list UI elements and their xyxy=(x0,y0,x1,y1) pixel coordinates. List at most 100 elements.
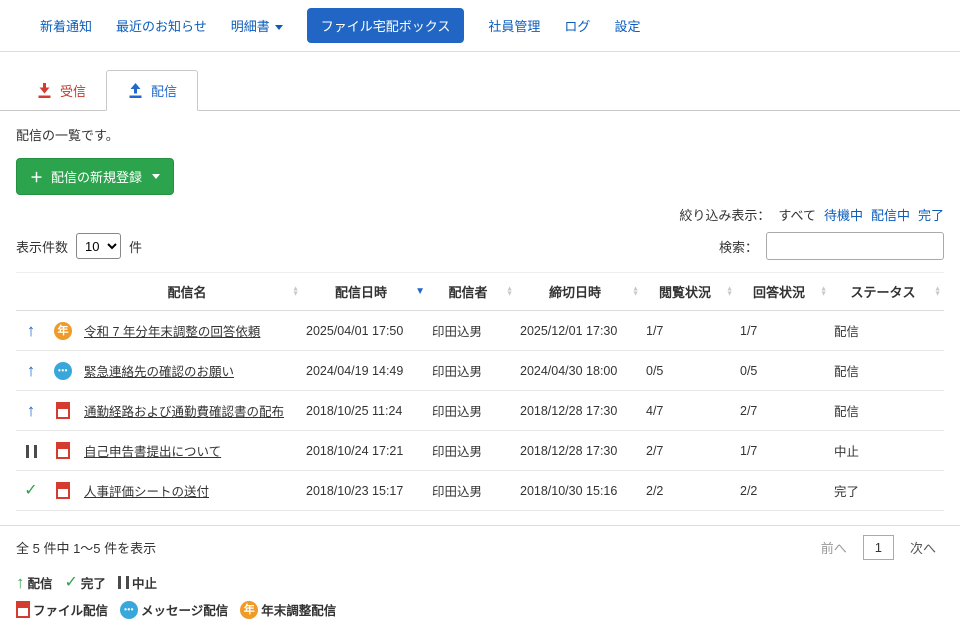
prev-page-button[interactable]: 前へ xyxy=(813,534,855,561)
column-label: 配信名 xyxy=(167,285,206,300)
delivery-date: 2018/10/25 11:24 xyxy=(302,391,428,431)
year-end-adjustment-icon xyxy=(240,601,258,619)
message-icon xyxy=(120,601,138,619)
nav-item-log[interactable]: ログ xyxy=(564,16,590,35)
pause-icon xyxy=(118,576,129,589)
legend-label: ファイル配信 xyxy=(33,600,108,619)
filter-option-waiting[interactable]: 待機中 xyxy=(824,205,863,224)
column-label: 配信日時 xyxy=(335,285,387,300)
tab-bar: 受信 配信 xyxy=(0,52,960,111)
delivery-type-icon xyxy=(56,402,70,419)
tab-send-label: 配信 xyxy=(151,81,177,100)
result-summary: 全 5 件中 1〜5 件を表示 xyxy=(16,538,156,557)
display-count-suffix: 件 xyxy=(129,237,142,256)
legend-item-nenmatsu-delivery: 年末調整配信 xyxy=(240,600,336,619)
delivery-date: 2025/04/01 17:50 xyxy=(302,311,428,351)
legend-label: メッセージ配信 xyxy=(141,600,228,619)
nav-item-statements[interactable]: 明細書 xyxy=(231,16,283,35)
display-count-select[interactable]: 10 xyxy=(76,233,121,259)
page-description: 配信の一覧です。 xyxy=(0,111,960,154)
search-label: 検索： xyxy=(719,237,758,256)
delivery-deadline: 2018/10/30 15:16 xyxy=(516,471,642,511)
new-delivery-button[interactable]: 配信の新規登録 xyxy=(16,158,174,195)
answer-status: 1/7 xyxy=(736,311,830,351)
nav-item-statements-label: 明細書 xyxy=(231,19,270,34)
table-footer: 全 5 件中 1〜5 件を表示 前へ 1 次へ xyxy=(0,525,960,569)
delivery-sender: 印田込男 xyxy=(428,351,516,391)
legend-item-message-delivery: メッセージ配信 xyxy=(120,600,228,619)
delivery-sender: 印田込男 xyxy=(428,431,516,471)
page-number-button[interactable]: 1 xyxy=(863,535,894,560)
column-header-name[interactable]: 配信名 xyxy=(80,273,302,311)
delivery-date: 2018/10/23 15:17 xyxy=(302,471,428,511)
column-label: ステータス xyxy=(850,285,915,300)
legend-label: 年末調整配信 xyxy=(261,600,336,619)
status-text: 配信 xyxy=(830,311,944,351)
tab-receive-label: 受信 xyxy=(60,81,86,100)
column-header-answers[interactable]: 回答状況 xyxy=(736,273,830,311)
delivery-type-icon xyxy=(54,322,72,340)
delivery-deadline: 2018/12/28 17:30 xyxy=(516,391,642,431)
legend-item-file-delivery: ファイル配信 xyxy=(16,600,108,619)
sort-icon[interactable] xyxy=(415,287,425,297)
tab-send[interactable]: 配信 xyxy=(106,70,198,111)
delivery-name-link[interactable]: 人事評価シートの送付 xyxy=(84,485,209,499)
delivery-name-link[interactable]: 緊急連絡先の確認のお願い xyxy=(84,365,234,379)
table-row: 自己申告書提出について 2018/10/24 17:21 印田込男 2018/1… xyxy=(16,431,944,471)
answer-status: 2/2 xyxy=(736,471,830,511)
delivery-state-icon xyxy=(27,362,36,379)
view-status: 4/7 xyxy=(642,391,736,431)
status-text: 中止 xyxy=(830,431,944,471)
list-controls: 表示件数 10 件 検索： xyxy=(0,224,960,272)
sort-icon[interactable] xyxy=(506,286,513,297)
top-navigation: 新着通知 最近のお知らせ 明細書 ファイル宅配ボックス 社員管理 ログ 設定 xyxy=(0,0,960,52)
nav-item-employee-management[interactable]: 社員管理 xyxy=(488,16,540,35)
column-header-sender[interactable]: 配信者 xyxy=(428,273,516,311)
delivery-sender: 印田込男 xyxy=(428,471,516,511)
answer-status: 1/7 xyxy=(736,431,830,471)
nav-item-file-delivery-box[interactable]: ファイル宅配ボックス xyxy=(307,8,465,43)
filter-option-delivering[interactable]: 配信中 xyxy=(871,205,910,224)
delivery-sender: 印田込男 xyxy=(428,311,516,351)
pagination: 前へ 1 次へ xyxy=(813,534,944,561)
column-header-status[interactable]: ステータス xyxy=(830,273,944,311)
sort-icon[interactable] xyxy=(934,286,941,297)
search-input[interactable] xyxy=(766,232,944,260)
nav-item-recent-news[interactable]: 最近のお知らせ xyxy=(116,16,207,35)
caret-down-icon xyxy=(275,25,283,30)
filter-option-all[interactable]: すべて xyxy=(778,205,816,224)
sort-icon[interactable] xyxy=(632,286,639,297)
delivery-name-link[interactable]: 自己申告書提出について xyxy=(84,445,221,459)
file-icon xyxy=(16,601,30,618)
state-column-header xyxy=(16,273,46,311)
status-text: 配信 xyxy=(830,391,944,431)
answer-status: 2/7 xyxy=(736,391,830,431)
legend-label: 中止 xyxy=(132,573,157,592)
sort-icon[interactable] xyxy=(292,286,299,297)
delivery-deadline: 2024/04/30 18:00 xyxy=(516,351,642,391)
column-label: 締切日時 xyxy=(549,285,601,300)
nav-item-new-notifications[interactable]: 新着通知 xyxy=(40,16,92,35)
column-header-deadline[interactable]: 締切日時 xyxy=(516,273,642,311)
filter-option-done[interactable]: 完了 xyxy=(918,205,944,224)
display-count-label: 表示件数 xyxy=(16,237,68,256)
nav-item-settings[interactable]: 設定 xyxy=(614,16,640,35)
filter-label: 絞り込み表示： xyxy=(679,205,770,224)
delivery-state-icon xyxy=(27,322,36,339)
legend-item-stopped: 中止 xyxy=(118,573,157,592)
delivery-name-link[interactable]: 通勤経路および通勤費確認書の配布 xyxy=(84,405,284,419)
type-column-header xyxy=(46,273,80,311)
column-label: 閲覧状況 xyxy=(659,285,711,300)
tab-receive[interactable]: 受信 xyxy=(16,71,106,110)
state-legend: 配信 完了 中止 xyxy=(0,569,960,596)
plus-icon xyxy=(30,167,43,186)
delivery-name-link[interactable]: 令和 7 年分年末調整の回答依頼 xyxy=(84,325,260,339)
column-header-views[interactable]: 閲覧状況 xyxy=(642,273,736,311)
delivery-type-icon xyxy=(56,482,70,499)
sort-icon[interactable] xyxy=(820,286,827,297)
sort-icon[interactable] xyxy=(726,286,733,297)
next-page-button[interactable]: 次へ xyxy=(902,534,944,561)
column-header-date[interactable]: 配信日時 xyxy=(302,273,428,311)
legend-label: 完了 xyxy=(81,573,106,592)
view-status: 2/7 xyxy=(642,431,736,471)
